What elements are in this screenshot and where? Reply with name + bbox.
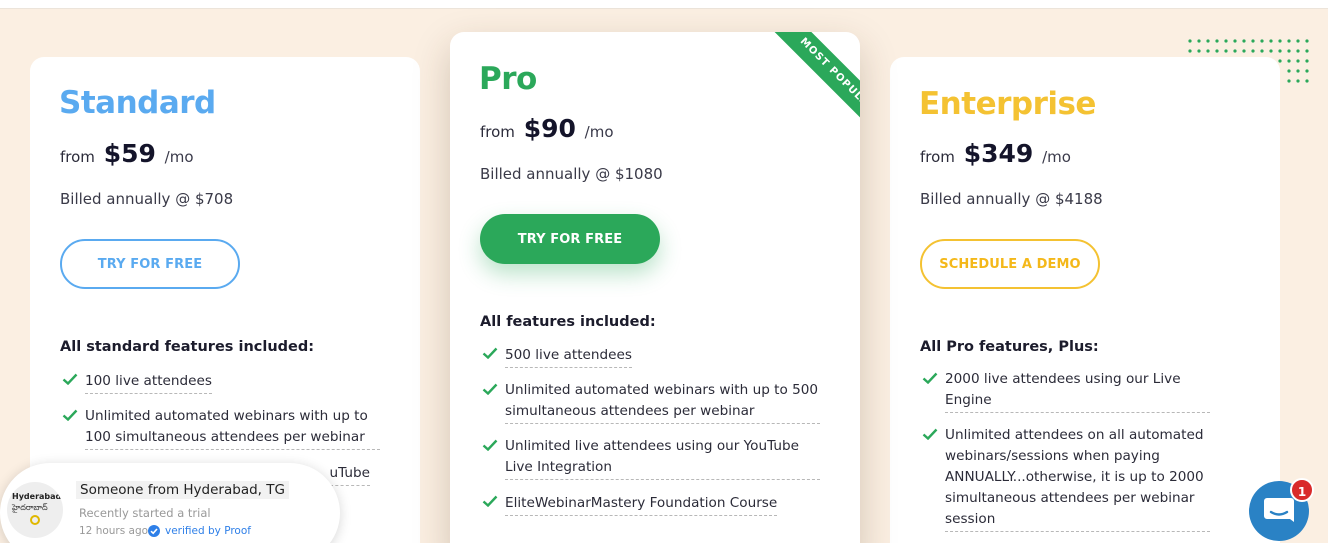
feature-list: 500 live attendees Unlimited automated w…: [480, 344, 820, 528]
notification-time: 12 hours ago: [79, 525, 149, 537]
plan-name: Enterprise: [919, 86, 1096, 122]
price-period: /mo: [584, 123, 614, 141]
feature-text: EliteWebinarMastery Foundation Course: [505, 493, 778, 516]
verified-check-icon: [148, 525, 160, 537]
feature-text: Unlimited automated webinars with up to …: [505, 380, 820, 424]
billed-annually-text: Billed annually @ $1080: [480, 165, 663, 183]
ribbon-label: MOST POPULAR: [770, 32, 860, 143]
price-amount: $349: [963, 139, 1034, 168]
feature-text: uTube: [329, 463, 370, 486]
notification-subtitle: Recently started a trial: [79, 506, 211, 520]
feature-list: 2000 live attendees using our Live Engin…: [920, 369, 1210, 543]
checkmark-icon: [482, 439, 498, 451]
avatar-city-local-label: హైదరాబాద్: [12, 503, 48, 512]
price-from-label: from: [480, 123, 515, 141]
social-proof-notification[interactable]: Hyderabad హైదరాబాద్ Someone from Hyderab…: [0, 463, 340, 543]
price-from-label: from: [60, 148, 95, 166]
map-pin-icon: [30, 515, 40, 525]
feature-item: 2000 live attendees using our Live Engin…: [920, 369, 1210, 413]
schedule-demo-button[interactable]: SCHEDULE A DEMO: [920, 239, 1100, 289]
feature-text: Unlimited live attendees using our YouTu…: [505, 436, 820, 480]
unread-count-badge: 1: [1290, 478, 1314, 502]
feature-text: Unlimited attendees on all automated web…: [945, 425, 1210, 532]
feature-text: Unlimited automated webinars with up to …: [85, 406, 380, 450]
verified-by-proof[interactable]: verified by Proof: [148, 525, 251, 537]
checkmark-icon: [482, 383, 498, 395]
try-for-free-button[interactable]: TRY FOR FREE: [60, 239, 240, 289]
checkmark-icon: [922, 372, 938, 384]
feature-text: 100 live attendees: [85, 371, 212, 394]
verified-label: verified by Proof: [165, 525, 251, 537]
checkmark-icon: [482, 495, 498, 507]
plan-card-enterprise: Enterprise from $349 /mo Billed annually…: [890, 57, 1280, 543]
plan-price: from $349 /mo: [920, 139, 1071, 168]
billed-annually-text: Billed annually @ $708: [60, 190, 234, 208]
checkmark-icon: [62, 373, 78, 385]
feature-item: Unlimited automated webinars with up to …: [60, 406, 380, 450]
plan-name: Pro: [479, 61, 537, 97]
price-amount: $90: [523, 114, 576, 143]
features-heading: All standard features included:: [60, 339, 315, 355]
billed-annually-text: Billed annually @ $4188: [920, 190, 1103, 208]
plan-price: from $90 /mo: [480, 114, 614, 143]
notification-title: Someone from Hyderabad, TG: [76, 481, 289, 499]
feature-item: 500 live attendees: [480, 344, 820, 368]
plan-price: from $59 /mo: [60, 139, 194, 168]
price-period: /mo: [164, 148, 194, 166]
price-from-label: from: [920, 148, 955, 166]
price-amount: $59: [103, 139, 156, 168]
features-heading: All features included:: [480, 314, 656, 330]
features-heading: All Pro features, Plus:: [920, 339, 1099, 355]
feature-item: EliteWebinarMastery Foundation Course: [480, 492, 820, 516]
feature-item: Unlimited attendees on all automated web…: [920, 425, 1210, 532]
plan-name: Standard: [59, 85, 216, 121]
feature-text: 2000 live attendees using our Live Engin…: [945, 369, 1210, 413]
location-avatar: Hyderabad హైదరాబాద్: [7, 482, 63, 538]
plan-card-pro: MOST POPULAR Pro from $90 /mo Billed ann…: [450, 32, 860, 543]
feature-item: Unlimited live attendees using our YouTu…: [480, 436, 820, 480]
page-top-strip: [0, 0, 1328, 9]
checkmark-icon: [922, 428, 938, 440]
checkmark-icon: [62, 409, 78, 421]
feature-text: 500 live attendees: [505, 345, 632, 368]
avatar-city-label: Hyderabad: [12, 492, 62, 501]
feature-item: 100 live attendees: [60, 370, 380, 394]
price-period: /mo: [1042, 148, 1071, 166]
try-for-free-button[interactable]: TRY FOR FREE: [480, 214, 660, 264]
most-popular-ribbon: MOST POPULAR: [748, 32, 860, 144]
checkmark-icon: [482, 347, 498, 359]
feature-item: Unlimited automated webinars with up to …: [480, 380, 820, 424]
